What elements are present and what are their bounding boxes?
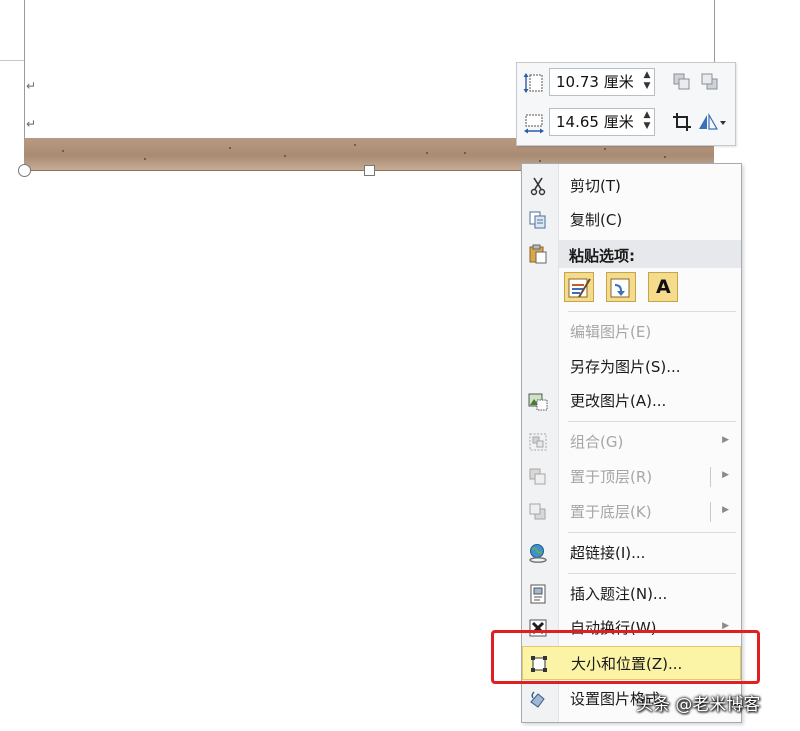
paste-text-only-icon: A (656, 276, 671, 298)
split-divider (710, 467, 711, 487)
rotate-dropdown-icon[interactable] (697, 111, 727, 133)
resize-handle-edge[interactable] (364, 165, 375, 176)
menu-separator (568, 532, 736, 533)
crop-icon[interactable] (671, 111, 693, 133)
menu-item-bring-to-front: 置于顶层(R) ▶ (522, 460, 741, 494)
paste-text-only-button[interactable]: A (648, 272, 678, 302)
menu-item-hyperlink[interactable]: 超链接(I)... (522, 536, 741, 570)
bring-to-front-icon (529, 468, 546, 485)
submenu-arrow-icon: ▶ (722, 435, 729, 445)
group-icon (529, 433, 547, 451)
shape-height-icon (523, 73, 543, 93)
menu-item-send-to-back: 置于底层(K) ▶ (522, 495, 741, 529)
menu-item-label: 组合(G) (570, 433, 624, 451)
caption-icon (530, 584, 546, 604)
format-picture-icon (530, 691, 545, 708)
spin-up-icon[interactable]: ▲ (641, 70, 653, 81)
paragraph-mark: ↵ (26, 117, 37, 131)
shape-width-input[interactable]: 14.65 厘米 (549, 108, 655, 136)
paste-options-label: 粘贴选项: (569, 247, 635, 265)
menu-separator (568, 573, 736, 574)
copy-icon (529, 211, 546, 229)
menu-item-label: 编辑图片(E) (570, 323, 652, 341)
height-spinner[interactable]: ▲ ▼ (641, 70, 653, 92)
menu-item-label: 置于底层(K) (570, 503, 652, 521)
change-picture-icon (528, 393, 548, 411)
annotation-highlight-box (491, 630, 760, 684)
spin-down-icon[interactable]: ▼ (641, 121, 653, 132)
page-edge-left (24, 0, 25, 138)
menu-item-change-picture[interactable]: 更改图片(A)... (522, 384, 741, 418)
menu-item-label: 插入题注(N)... (570, 585, 668, 603)
spin-up-icon[interactable]: ▲ (641, 110, 653, 121)
paste-keep-format-button[interactable] (564, 272, 594, 302)
menu-item-insert-caption[interactable]: 插入题注(N)... (522, 577, 741, 611)
height-row: 10.73 厘米 ▲ ▼ (521, 66, 731, 100)
menu-item-cut[interactable]: 剪切(T) (522, 169, 741, 203)
paste-icon (529, 244, 547, 264)
paste-keep-format-icon (568, 278, 591, 298)
menu-item-label: 另存为图片(S)... (570, 358, 681, 376)
menu-separator (568, 311, 736, 312)
paragraph-mark: ↵ (26, 79, 37, 93)
hyperlink-globe-icon (529, 544, 547, 563)
send-backward-icon[interactable] (699, 71, 721, 93)
menu-item-label: 复制(C) (570, 211, 623, 229)
send-to-back-icon (529, 503, 546, 520)
width-row: 14.65 厘米 ▲ ▼ (521, 106, 731, 140)
page-edge-right (714, 0, 715, 62)
menu-item-save-as-picture[interactable]: 另存为图片(S)... (522, 350, 741, 384)
paste-merge-button[interactable] (606, 272, 636, 302)
paste-options-header: 粘贴选项: (559, 240, 741, 268)
menu-separator (568, 421, 736, 422)
split-divider (710, 502, 711, 522)
menu-item-label: 超链接(I)... (570, 544, 646, 562)
menu-item-label: 剪切(T) (570, 177, 621, 195)
width-spinner[interactable]: ▲ ▼ (641, 110, 653, 132)
menu-item-group: 组合(G) ▶ (522, 425, 741, 459)
menu-item-copy[interactable]: 复制(C) (522, 203, 741, 237)
picture-mini-toolbar: 10.73 厘米 ▲ ▼ 14.65 厘米 ▲ ▼ (516, 62, 736, 146)
submenu-arrow-icon: ▶ (722, 470, 729, 480)
menu-item-label: 更改图片(A)... (570, 392, 667, 410)
spin-down-icon[interactable]: ▼ (641, 81, 653, 92)
submenu-arrow-icon: ▶ (722, 505, 729, 515)
scissors-icon (530, 177, 546, 196)
menu-item-label: 置于顶层(R) (570, 468, 653, 486)
paste-merge-icon (610, 278, 630, 298)
watermark-text: 头条 @老米博客 (636, 695, 761, 715)
menu-item-edit-picture: 编辑图片(E) (522, 315, 741, 349)
margin-guide (0, 60, 24, 61)
bring-forward-icon[interactable] (671, 71, 693, 93)
resize-handle-corner[interactable] (18, 164, 31, 177)
shape-height-input[interactable]: 10.73 厘米 (549, 68, 655, 96)
shape-width-icon (524, 114, 544, 134)
